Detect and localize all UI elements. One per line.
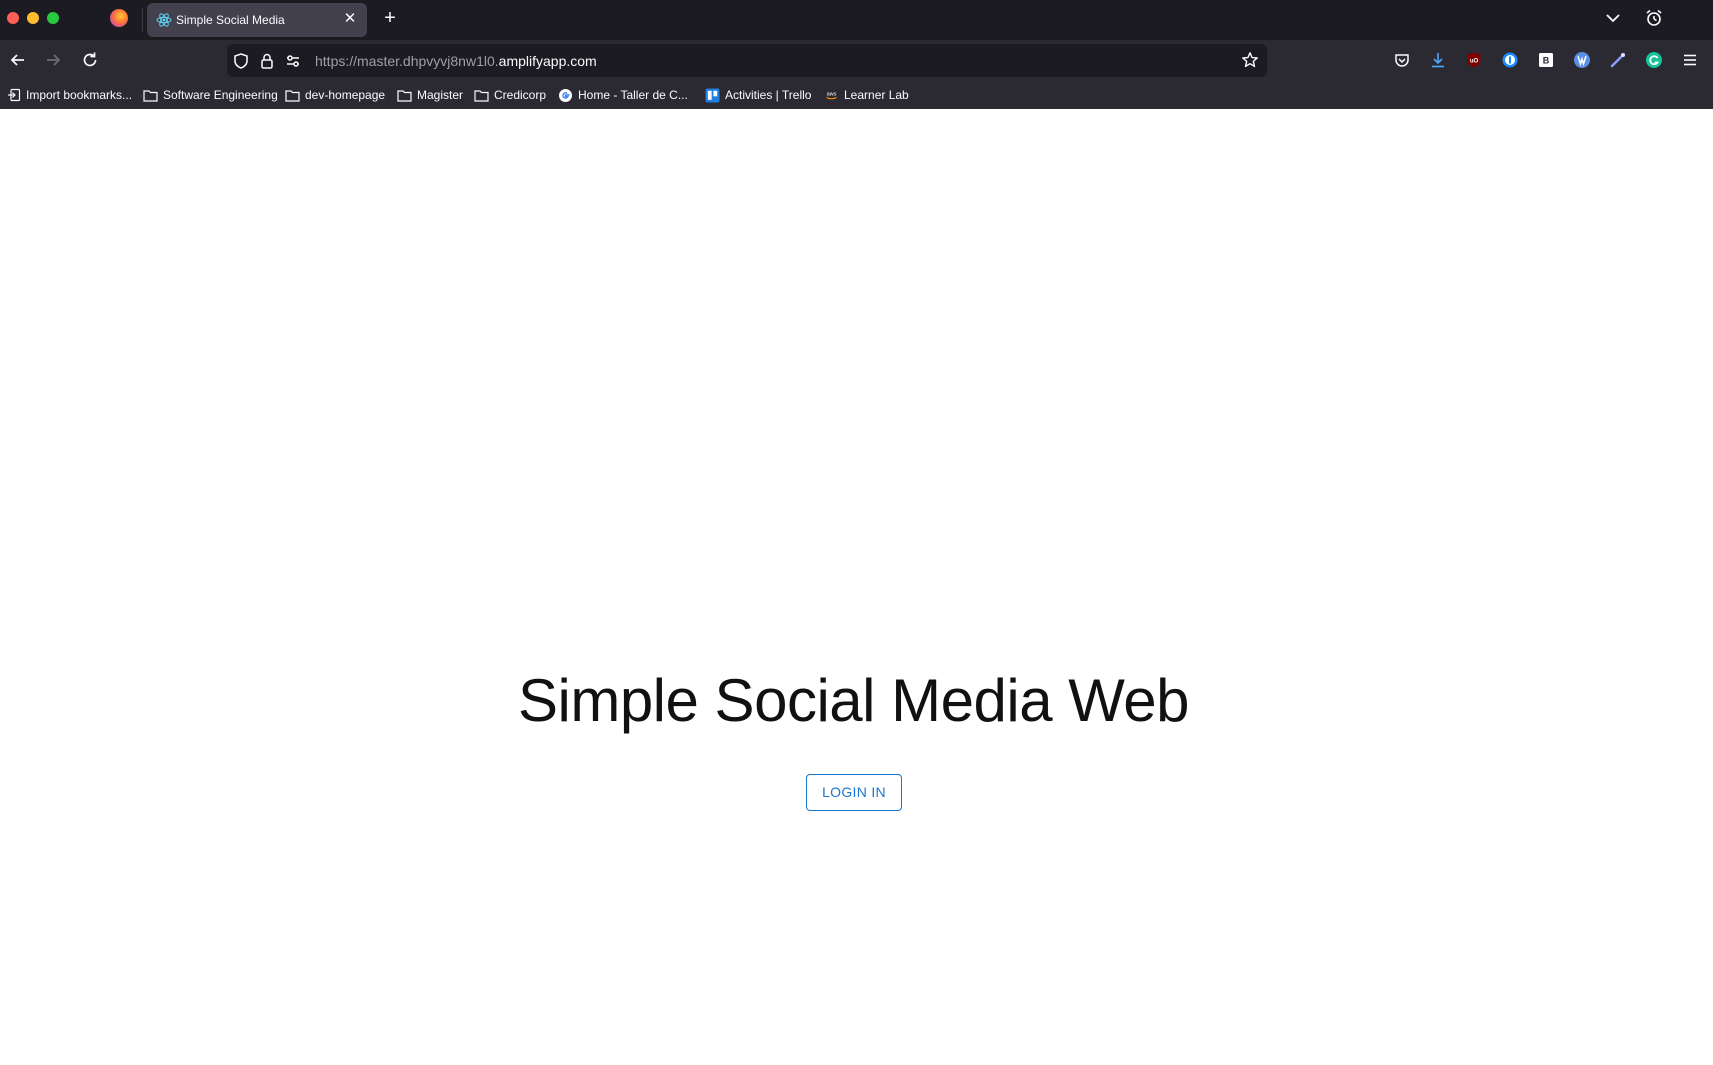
hamburger-menu-icon[interactable]: [1681, 51, 1699, 69]
list-all-tabs-icon[interactable]: [1603, 8, 1623, 28]
folder-icon: [474, 89, 489, 102]
color-picker-icon[interactable]: [1609, 51, 1627, 69]
aws-icon: aws: [826, 92, 837, 100]
forward-arrow-icon[interactable]: [43, 50, 63, 70]
close-window-button[interactable]: [7, 12, 19, 24]
bookmark-label: Activities | Trello: [725, 88, 812, 102]
svg-text:B: B: [1543, 56, 1550, 66]
folder-icon: [143, 89, 158, 102]
bookmark-dev-homepage[interactable]: dev-homepage: [285, 86, 385, 104]
import-icon: [8, 88, 21, 102]
login-button[interactable]: LOGIN IN: [806, 774, 902, 811]
ublock-origin-icon[interactable]: uO: [1465, 51, 1483, 69]
pocket-icon[interactable]: [1393, 51, 1411, 69]
bookmark-label: Home - Taller de C...: [578, 88, 688, 102]
bookmark-trello[interactable]: Activities | Trello: [705, 86, 811, 104]
back-arrow-icon[interactable]: [8, 50, 28, 70]
tab-title: Simple Social Media: [176, 13, 285, 27]
bookmark-label: Magister: [417, 88, 464, 102]
google-icon: [559, 88, 572, 102]
bookmark-credicorp[interactable]: Credicorp: [474, 86, 546, 104]
address-bar[interactable]: https://master.dhpvyvj8nw1l0.amplifyapp.…: [227, 44, 1267, 77]
reload-icon[interactable]: [80, 50, 100, 70]
svg-text:uO: uO: [1470, 59, 1479, 65]
shield-icon[interactable]: [232, 52, 250, 70]
bookmark-star-icon[interactable]: [1241, 51, 1259, 69]
bookmark-label: Software Engineering: [163, 88, 278, 102]
minimize-window-button[interactable]: [27, 12, 39, 24]
svg-text:aws: aws: [827, 92, 837, 98]
zoom-window-button[interactable]: [47, 12, 59, 24]
react-icon: [156, 13, 172, 27]
page-content: Simple Social Media Web LOGIN IN: [0, 109, 1713, 1065]
bookmark-learner-lab[interactable]: aws Learner Lab: [824, 86, 909, 104]
bookmark-magister[interactable]: Magister: [397, 86, 463, 104]
password-manager-icon[interactable]: [1501, 51, 1519, 69]
bookmark-taller[interactable]: Home - Taller de C...: [558, 86, 688, 104]
navigation-toolbar: https://master.dhpvyvj8nw1l0.amplifyapp.…: [0, 40, 1713, 81]
b-extension-icon[interactable]: B: [1537, 51, 1555, 69]
close-tab-icon[interactable]: ✕: [341, 10, 359, 28]
tab-divider: [142, 8, 143, 32]
tab-simple-social-media[interactable]: Simple Social Media ✕: [147, 3, 367, 37]
download-icon[interactable]: [1429, 51, 1447, 69]
bookmarks-toolbar: Import bookmarks... Software Engineering…: [0, 81, 1713, 109]
bookmark-label: Import bookmarks...: [26, 88, 133, 102]
folder-icon: [397, 89, 412, 102]
bookmark-software-engineering[interactable]: Software Engineering: [143, 86, 278, 104]
browser-chrome: Simple Social Media ✕ + https://master.d…: [0, 0, 1713, 109]
url-host: amplifyapp.com: [498, 53, 597, 69]
url-text[interactable]: https://master.dhpvyvj8nw1l0.amplifyapp.…: [315, 53, 597, 69]
wappalyzer-icon[interactable]: [1573, 51, 1591, 69]
page-title: Simple Social Media Web: [517, 667, 1190, 734]
bookmark-label: Credicorp: [494, 88, 547, 102]
bookmark-import[interactable]: Import bookmarks...: [7, 86, 132, 104]
firefox-view-icon[interactable]: [110, 9, 128, 27]
trello-icon: [705, 88, 720, 102]
new-tab-button[interactable]: +: [380, 8, 400, 28]
permissions-icon[interactable]: [284, 52, 302, 70]
alarm-clock-icon[interactable]: [1644, 8, 1664, 28]
url-prefix: https://master.dhpvyvj8nw1l0.: [315, 53, 499, 69]
bookmark-label: Learner Lab: [844, 88, 909, 102]
grammarly-icon[interactable]: [1645, 51, 1663, 69]
bookmark-label: dev-homepage: [305, 88, 386, 102]
tab-bar: Simple Social Media ✕ +: [0, 0, 1713, 40]
folder-icon: [285, 89, 300, 102]
lock-icon[interactable]: [258, 52, 276, 70]
